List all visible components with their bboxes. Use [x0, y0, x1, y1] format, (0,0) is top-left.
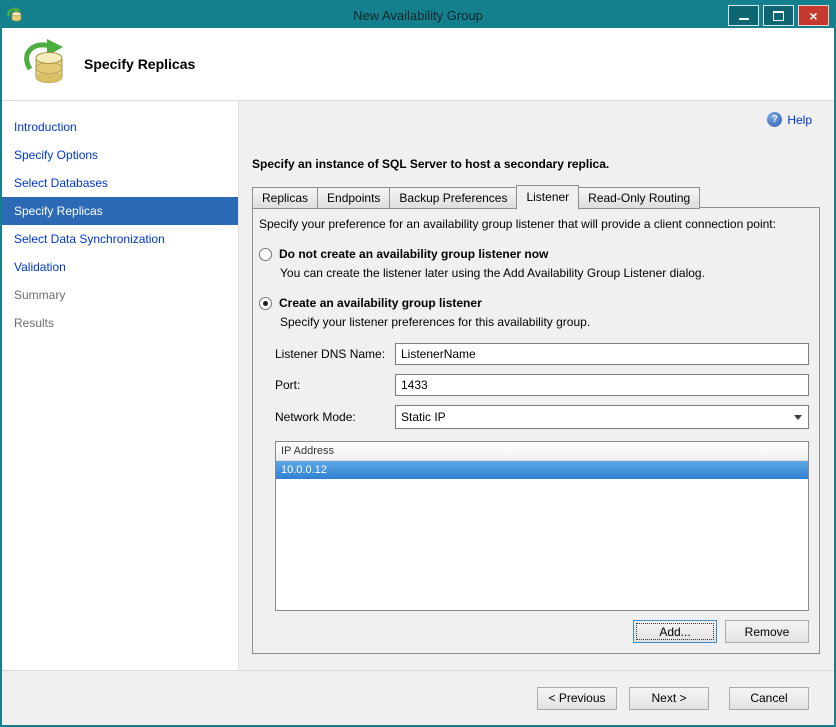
ip-list-buttons: Add... Remove — [259, 620, 809, 643]
sidebar-item-specify-replicas[interactable]: Specify Replicas — [2, 197, 238, 225]
radio-no-listener-label: Do not create an availability group list… — [279, 247, 549, 261]
sidebar-item-select-databases[interactable]: Select Databases — [2, 169, 238, 197]
wizard-footer: < Previous Next > Cancel — [2, 670, 834, 725]
page-title: Specify Replicas — [84, 56, 196, 72]
help-link[interactable]: ? Help — [767, 112, 812, 127]
close-icon: × — [809, 7, 818, 24]
title-bar[interactable]: New Availability Group × — [2, 2, 834, 28]
sidebar-item-summary: Summary — [14, 288, 66, 302]
close-button[interactable]: × — [798, 5, 829, 26]
port-input[interactable] — [395, 374, 809, 396]
tab-backup-preferences[interactable]: Backup Preferences — [389, 187, 518, 209]
window-app-icon — [7, 7, 22, 22]
chevron-down-icon — [794, 414, 802, 420]
minimize-button[interactable] — [728, 5, 759, 26]
radio-create-listener-label: Create an availability group listener — [279, 296, 482, 310]
remove-button[interactable]: Remove — [725, 620, 809, 643]
radio-create-listener-description: Specify your listener preferences for th… — [280, 315, 591, 329]
tab-read-only-routing[interactable]: Read-Only Routing — [578, 187, 701, 209]
main-content: ? Help Specify an instance of SQL Server… — [240, 101, 834, 670]
network-mode-dropdown[interactable]: Static IP — [395, 405, 809, 429]
radio-no-listener[interactable]: Do not create an availability group list… — [259, 247, 809, 261]
page-instruction: Specify an instance of SQL Server to hos… — [252, 157, 610, 171]
new-availability-group-window: New Availability Group × Specify Replica… — [0, 0, 836, 727]
minimize-icon — [738, 18, 749, 20]
radio-no-listener-description: You can create the listener later using … — [280, 266, 705, 280]
ip-address-column-header[interactable]: IP Address — [276, 442, 808, 461]
sidebar-item-results: Results — [14, 316, 55, 330]
help-icon: ? — [767, 112, 783, 127]
next-button[interactable]: Next > — [629, 686, 709, 710]
radio-create-listener[interactable]: Create an availability group listener — [259, 296, 809, 310]
sidebar-item-validation[interactable]: Validation — [2, 253, 238, 281]
network-mode-label: Network Mode: — [275, 410, 356, 424]
availability-group-database-icon — [24, 39, 63, 83]
tab-endpoints[interactable]: Endpoints — [317, 187, 391, 209]
replica-tabs: Replicas Endpoints Backup Preferences Li… — [252, 185, 701, 210]
radio-no-listener-circle[interactable] — [259, 247, 272, 261]
listener-preference-text: Specify your preference for an availabil… — [259, 217, 776, 231]
add-button[interactable]: Add... — [633, 620, 717, 643]
ip-address-row[interactable]: 10.0.0.12 — [276, 461, 808, 479]
listener-form: Listener DNS Name: Port: Network Mode: S… — [275, 343, 809, 429]
port-label: Port: — [275, 378, 301, 392]
wizard-steps-sidebar: Introduction Specify Options Select Data… — [2, 101, 239, 670]
listener-tab-panel: Specify your preference for an availabil… — [252, 207, 820, 654]
sidebar-item-introduction[interactable]: Introduction — [2, 113, 238, 141]
cancel-button[interactable]: Cancel — [729, 686, 809, 710]
radio-create-listener-circle[interactable] — [259, 296, 272, 310]
tab-replicas[interactable]: Replicas — [252, 187, 319, 209]
window-title: New Availability Group — [353, 7, 483, 23]
window-controls: × — [728, 5, 829, 26]
sidebar-item-select-data-synchronization[interactable]: Select Data Synchronization — [2, 225, 238, 253]
network-mode-value: Static IP — [401, 410, 446, 424]
wizard-header: Specify Replicas — [2, 28, 834, 101]
help-label: Help — [787, 112, 812, 127]
ip-address-list: IP Address 10.0.0.12 — [275, 441, 809, 611]
sidebar-item-specify-options[interactable]: Specify Options — [2, 141, 238, 169]
previous-button[interactable]: < Previous — [537, 686, 617, 710]
dns-name-input[interactable] — [395, 343, 809, 365]
dns-name-label: Listener DNS Name: — [275, 347, 386, 361]
maximize-button[interactable] — [763, 5, 794, 26]
maximize-icon — [773, 10, 784, 21]
tab-listener[interactable]: Listener — [516, 185, 580, 210]
